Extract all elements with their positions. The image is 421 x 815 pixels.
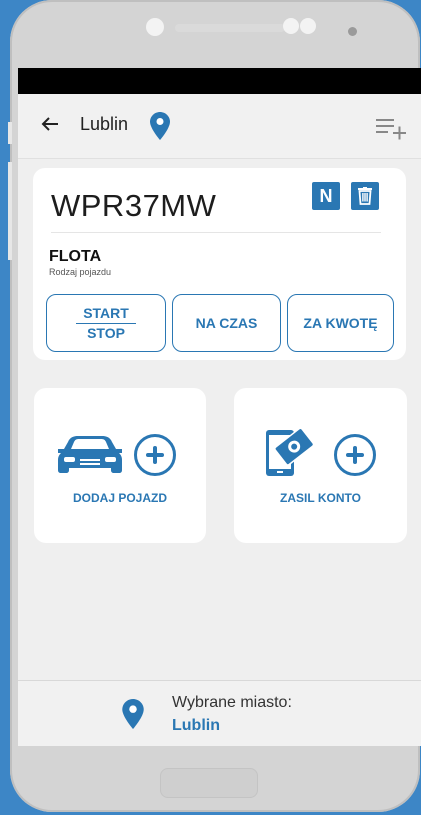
delete-vehicle-button[interactable] (351, 182, 379, 210)
front-sensor (283, 18, 299, 34)
top-up-account-tile[interactable]: ZASIL KONTO (234, 388, 407, 543)
arrow-left-icon[interactable] (38, 112, 62, 136)
trash-icon (358, 187, 372, 205)
start-stop-divider (76, 322, 136, 324)
stop-label: STOP (87, 324, 125, 341)
na-czas-label: NA CZAS (195, 315, 258, 331)
status-bar (18, 68, 421, 94)
phone-speaker (175, 24, 285, 32)
phone-payment-icon (266, 427, 315, 476)
start-label: START (83, 304, 129, 321)
top-up-plus-icon (334, 434, 376, 476)
phone-volume-button (8, 162, 12, 260)
front-sensor (300, 18, 316, 34)
add-vehicle-tile[interactable]: DODAJ POJAZD (34, 388, 206, 543)
top-up-label: ZASIL KONTO (280, 491, 361, 505)
selected-city-label: Wybrane miasto: (172, 694, 292, 711)
city-title: Lublin (80, 114, 129, 134)
app-screen: Lublin WPR37MW N FLOTA Rodzaj pojazdu ST… (18, 68, 421, 746)
na-czas-button[interactable]: NA CZAS (172, 294, 281, 352)
vehicle-type: FLOTA (49, 248, 102, 265)
za-kwote-label: ZA KWOTĘ (303, 315, 378, 331)
start-stop-button[interactable]: START STOP (46, 294, 166, 352)
filter-list-icon[interactable] (376, 114, 408, 140)
vehicle-type-caption: Rodzaj pojazdu (49, 267, 112, 277)
proximity-sensor (348, 27, 357, 36)
vehicle-card: WPR37MW N FLOTA Rodzaj pojazdu START STO… (33, 168, 406, 360)
vehicle-plate: WPR37MW (51, 188, 217, 223)
za-kwote-button[interactable]: ZA KWOTĘ (287, 294, 394, 352)
phone-side-button (8, 122, 12, 144)
n-badge-button[interactable]: N (312, 182, 340, 210)
location-pin-icon (122, 699, 144, 729)
add-vehicle-plus-icon (134, 434, 176, 476)
app-bar: Lublin (18, 94, 421, 159)
card-divider (51, 232, 381, 233)
front-camera (146, 18, 164, 36)
selected-city-value: Lublin (172, 717, 220, 734)
location-pin-icon[interactable] (150, 112, 170, 140)
phone-home-button (160, 768, 258, 798)
add-vehicle-label: DODAJ POJAZD (72, 491, 167, 505)
selected-city-bar[interactable]: Wybrane miasto: Lublin (18, 680, 421, 746)
car-icon (58, 436, 122, 473)
